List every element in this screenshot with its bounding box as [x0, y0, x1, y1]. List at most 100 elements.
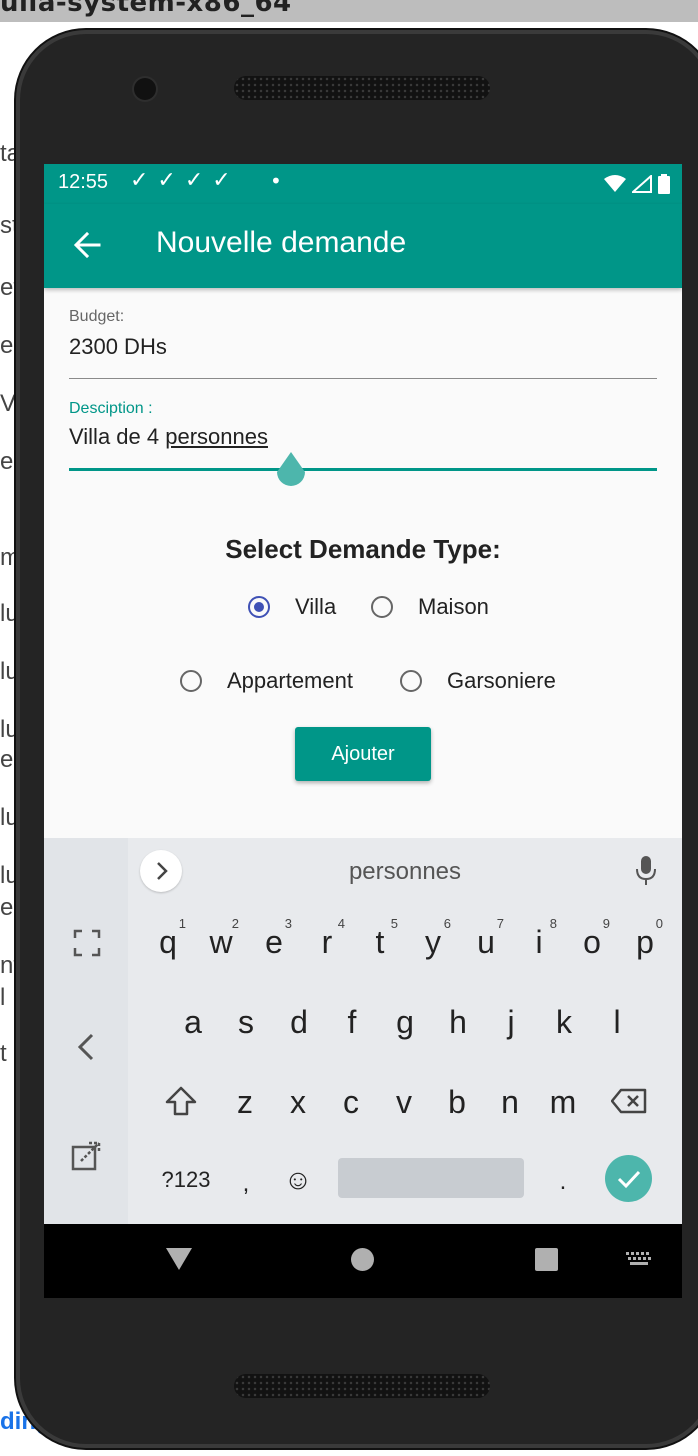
key-v[interactable]: v — [378, 1070, 430, 1134]
key-t[interactable]: t5 — [354, 910, 406, 974]
key-label: y — [425, 923, 441, 960]
key-label: p — [636, 923, 654, 960]
enter-check-key[interactable] — [605, 1155, 652, 1202]
key-label: t — [375, 923, 385, 960]
key-label: h — [449, 1003, 467, 1040]
camera-icon — [134, 78, 156, 100]
key-z[interactable]: z — [219, 1070, 271, 1134]
key-s[interactable]: s — [220, 990, 272, 1054]
key-k[interactable]: k — [538, 990, 590, 1054]
key-label: w — [209, 923, 233, 960]
radio-label: Appartement — [227, 668, 353, 693]
status-time: 12:55 — [58, 171, 109, 193]
key-label: s — [238, 1003, 254, 1040]
key-e[interactable]: e3 — [248, 910, 300, 974]
key-label: l — [613, 1003, 621, 1040]
key-label: o — [583, 923, 601, 960]
description-underline — [69, 468, 657, 471]
shift-icon[interactable] — [156, 1076, 206, 1126]
key-u[interactable]: u7 — [460, 910, 512, 974]
emoji-icon[interactable]: ☺ — [272, 1148, 324, 1212]
key-hint: 7 — [496, 916, 504, 931]
arrow-back-icon[interactable] — [72, 230, 102, 260]
key-y[interactable]: y6 — [407, 910, 459, 974]
key-j[interactable]: j — [485, 990, 537, 1054]
key-m[interactable]: m — [537, 1070, 589, 1134]
radio-garsoniere[interactable]: Garsoniere — [400, 668, 556, 694]
key-n[interactable]: n — [484, 1070, 536, 1134]
bg-fragment: l — [0, 984, 6, 1011]
key-x[interactable]: x — [272, 1070, 324, 1134]
key-hint: 4 — [337, 916, 345, 931]
status-bar: 12:55 ✓✓✓✓ • — [44, 164, 682, 204]
bg-fragment: e — [0, 894, 14, 921]
budget-label: Budget: — [69, 308, 125, 325]
key-label: a — [184, 1003, 202, 1040]
window-title: ulla-system-x86_64 — [0, 0, 292, 18]
key-hint: 1 — [178, 916, 186, 931]
key-label: z — [237, 1083, 253, 1120]
text-cursor-handle[interactable] — [274, 452, 308, 494]
radio-checked-icon — [248, 596, 270, 618]
radio-label: Villa — [295, 594, 337, 619]
key-f[interactable]: f — [326, 990, 378, 1054]
symbols-key[interactable]: ?123 — [150, 1148, 222, 1212]
key-w[interactable]: w2 — [195, 910, 247, 974]
radio-unchecked-icon — [180, 670, 202, 692]
key-h[interactable]: h — [432, 990, 484, 1054]
radio-label: Maison — [418, 594, 489, 619]
key-hint: 6 — [443, 916, 451, 931]
radio-maison[interactable]: Maison — [371, 594, 489, 620]
key-l[interactable]: l — [591, 990, 643, 1054]
key-label: b — [448, 1083, 466, 1120]
key-o[interactable]: o9 — [566, 910, 618, 974]
key-label: u — [477, 923, 495, 960]
radio-label: Garsoniere — [447, 668, 556, 693]
earpiece-speaker — [234, 76, 490, 100]
key-b[interactable]: b — [431, 1070, 483, 1134]
nav-recents-icon[interactable] — [535, 1248, 558, 1271]
description-input[interactable]: Villa de 4 personnes — [69, 424, 268, 450]
resize-keyboard-icon[interactable] — [62, 1130, 112, 1180]
budget-underline — [69, 378, 657, 379]
emulator-window-titlebar: ulla-system-x86_64 — [0, 0, 698, 22]
key-r[interactable]: r4 — [301, 910, 353, 974]
backspace-icon[interactable] — [604, 1076, 654, 1126]
key-p[interactable]: p0 — [619, 910, 671, 974]
nav-home-icon[interactable] — [351, 1248, 374, 1271]
key-label: r — [321, 923, 333, 960]
download-done-icons: ✓✓✓✓ — [130, 168, 240, 193]
key-i[interactable]: i8 — [513, 910, 565, 974]
wifi-icon — [604, 175, 626, 192]
status-icons — [604, 174, 670, 194]
demande-type-title: Select Demande Type: — [225, 534, 501, 564]
chevron-left-icon[interactable] — [62, 1022, 112, 1072]
key-label: c — [343, 1083, 359, 1120]
page-title: Nouvelle demande — [156, 226, 407, 259]
description-label: Desciption : — [69, 400, 153, 417]
key-d[interactable]: d — [273, 990, 325, 1054]
key-c[interactable]: c — [325, 1070, 377, 1134]
keyboard-switch-icon[interactable] — [626, 1252, 652, 1266]
comma-key[interactable]: , — [220, 1152, 272, 1216]
ajouter-button[interactable]: Ajouter — [295, 727, 431, 781]
key-hint: 5 — [390, 916, 398, 931]
radio-unchecked-icon — [371, 596, 393, 618]
nav-back-icon[interactable] — [166, 1248, 192, 1270]
key-q[interactable]: q1 — [142, 910, 194, 974]
space-key[interactable] — [338, 1158, 524, 1198]
key-label: d — [290, 1003, 308, 1040]
radio-villa[interactable]: Villa — [248, 594, 336, 620]
key-g[interactable]: g — [379, 990, 431, 1054]
budget-input[interactable]: 2300 DHs — [69, 334, 167, 360]
key-label: e — [265, 923, 283, 960]
key-a[interactable]: a — [167, 990, 219, 1054]
notification-dot-icon: • — [270, 169, 282, 193]
period-key[interactable]: . — [537, 1150, 589, 1214]
battery-icon — [658, 174, 670, 194]
radio-appartement[interactable]: Appartement — [180, 668, 353, 694]
key-label: n — [501, 1083, 519, 1120]
key-hint: 2 — [231, 916, 239, 931]
key-hint: 9 — [602, 916, 610, 931]
bg-fragment: t — [0, 1040, 7, 1067]
